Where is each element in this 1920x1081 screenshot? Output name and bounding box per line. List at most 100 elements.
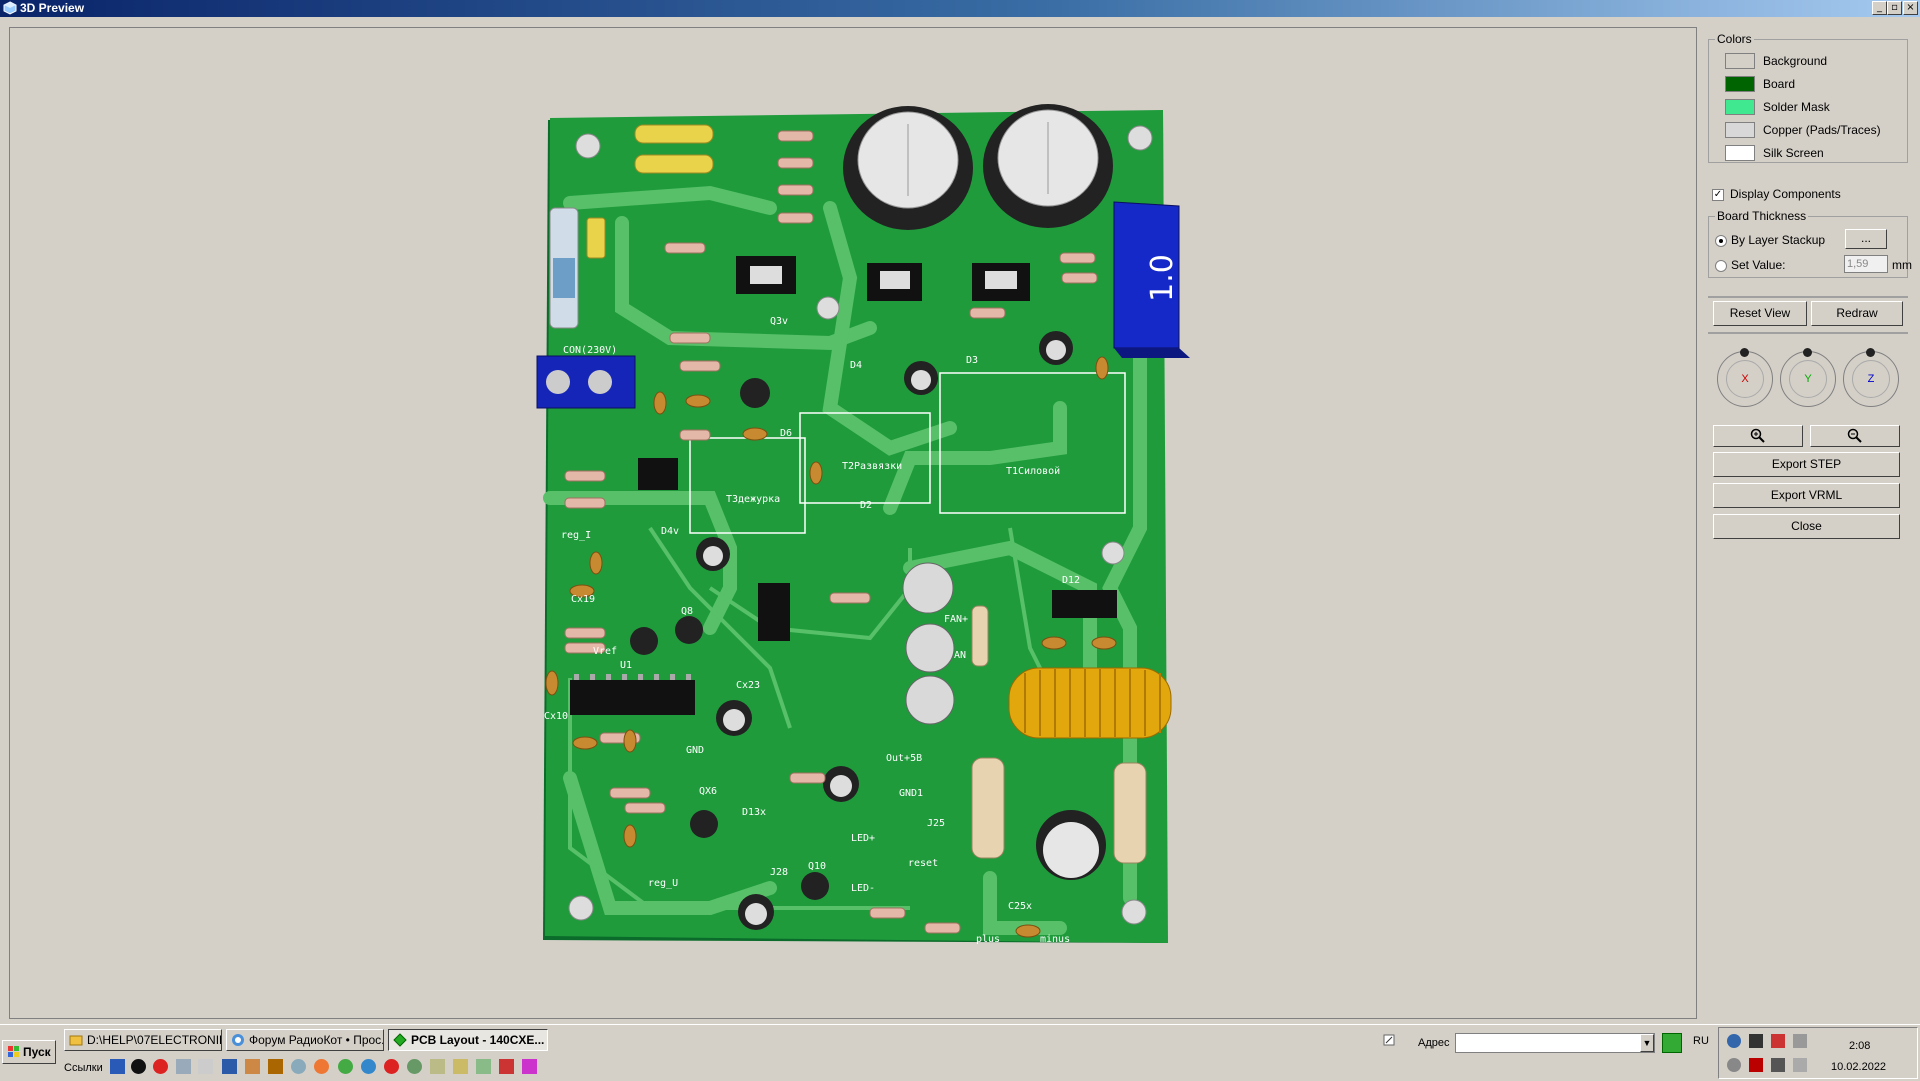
task-pcb-layout[interactable]: PCB Layout - 140CXE... <box>388 1029 548 1051</box>
ql-icon-6[interactable] <box>222 1059 237 1074</box>
clock-time[interactable]: 2:08 <box>1849 1040 1870 1052</box>
volume-icon[interactable] <box>1727 1058 1741 1072</box>
address-dropdown[interactable]: ▼ <box>1640 1034 1654 1052</box>
color-swatch-silk-screen[interactable] <box>1725 145 1755 161</box>
silk-d2: D2 <box>860 500 872 511</box>
ql-icon-4[interactable] <box>176 1059 191 1074</box>
terminal-block <box>536 355 636 409</box>
zoom-out-icon <box>1847 428 1862 443</box>
ql-icon-11[interactable] <box>338 1059 353 1074</box>
colors-group-label: Colors <box>1715 32 1754 46</box>
thickness-value-field[interactable] <box>1844 255 1888 273</box>
pcb-3d-render[interactable]: 1.0 Q3v T3дежурка T2Развязки T1Силовой r… <box>10 28 1696 1018</box>
silk-conn: CON(230V) <box>563 345 617 356</box>
silk-reset: reset <box>908 858 938 869</box>
display-components-label: Display Components <box>1730 187 1841 201</box>
export-vrml-button[interactable]: Export VRML <box>1713 483 1900 508</box>
silk-cx19: Cx19 <box>571 594 595 605</box>
ql-icon-16[interactable] <box>453 1059 468 1074</box>
tray-icon-4[interactable] <box>1793 1034 1807 1048</box>
ql-icon-3[interactable] <box>153 1059 168 1074</box>
set-value-label: Set Value: <box>1731 258 1786 272</box>
x-axis-label: X <box>1726 360 1764 398</box>
panel-divider <box>1708 296 1908 298</box>
ql-icon-10[interactable] <box>314 1059 329 1074</box>
start-button[interactable]: Пуск <box>2 1040 56 1064</box>
relay: 1.0 <box>1113 201 1190 358</box>
silk-an: AN <box>954 650 966 661</box>
layer-stackup-browse-button[interactable]: ... <box>1845 229 1887 249</box>
ql-icon-14[interactable] <box>407 1059 422 1074</box>
ql-icon-1[interactable] <box>110 1059 125 1074</box>
start-label: Пуск <box>23 1045 51 1059</box>
silk-led-minus: LED- <box>851 883 875 894</box>
zoom-in-button[interactable] <box>1713 425 1803 447</box>
color-swatch-solder-mask[interactable] <box>1725 99 1755 115</box>
silk-d13x: D13x <box>742 807 766 818</box>
color-swatch-board[interactable] <box>1725 76 1755 92</box>
language-indicator[interactable]: RU <box>1693 1035 1709 1047</box>
export-step-button[interactable]: Export STEP <box>1713 452 1900 477</box>
ql-icon-8[interactable] <box>268 1059 283 1074</box>
tray-icon-1[interactable] <box>1727 1034 1741 1048</box>
silk-vref: Vref <box>593 646 617 657</box>
tray-icon-7[interactable] <box>1771 1058 1785 1072</box>
browser-icon <box>232 1034 244 1046</box>
set-value-radio[interactable] <box>1715 260 1727 272</box>
rotate-z-dial[interactable]: Z <box>1843 348 1899 407</box>
ql-icon-19[interactable] <box>522 1059 537 1074</box>
rotate-y-dial[interactable]: Y <box>1780 348 1836 407</box>
board-thickness-group: Board Thickness By Layer Stackup ... Set… <box>1708 209 1912 278</box>
panel-divider-2 <box>1708 332 1908 334</box>
tray-icon-6[interactable] <box>1749 1058 1763 1072</box>
zoom-out-button[interactable] <box>1810 425 1900 447</box>
color-name-label: Board <box>1763 77 1796 91</box>
silk-q10: Q10 <box>808 861 826 872</box>
task-browser-label: Форум РадиоКот • Прос... <box>249 1033 384 1047</box>
silk-cx23: Cx23 <box>736 680 760 691</box>
clock-date[interactable]: 10.02.2022 <box>1831 1061 1886 1073</box>
ql-icon-7[interactable] <box>245 1059 260 1074</box>
ql-icon-18[interactable] <box>499 1059 514 1074</box>
task-browser[interactable]: Форум РадиоКот • Прос... <box>226 1029 384 1051</box>
maximize-button[interactable]: ▫ <box>1887 1 1902 15</box>
address-input[interactable] <box>1455 1033 1655 1053</box>
network-icon[interactable] <box>1793 1058 1807 1072</box>
redraw-button[interactable]: Redraw <box>1811 301 1903 326</box>
display-components-checkbox[interactable]: ✓ <box>1712 189 1724 201</box>
silk-t3: T3дежурка <box>726 494 780 505</box>
links-label: Ссылки <box>64 1062 103 1074</box>
color-swatch-background[interactable] <box>1725 53 1755 69</box>
reset-view-button[interactable]: Reset View <box>1713 301 1807 326</box>
ql-icon-2[interactable] <box>131 1059 146 1074</box>
task-explorer[interactable]: D:\HELP\07ELECTRONIK... <box>64 1029 222 1051</box>
board-thickness-label: Board Thickness <box>1715 209 1809 223</box>
ql-icon-13[interactable] <box>384 1059 399 1074</box>
system-tray: 2:08 10.02.2022 <box>1718 1027 1918 1079</box>
ql-icon-15[interactable] <box>430 1059 445 1074</box>
tray-icon-3[interactable] <box>1771 1034 1785 1048</box>
folder-icon <box>69 1035 83 1046</box>
rotate-x-dial[interactable]: X <box>1717 348 1773 407</box>
dip-ic <box>570 674 695 715</box>
ql-icon-5[interactable] <box>198 1059 213 1074</box>
address-bar-icon <box>1383 1034 1395 1046</box>
ql-icon-9[interactable] <box>291 1059 306 1074</box>
silk-t1: T1Силовой <box>1006 465 1060 477</box>
color-swatch-copper-pads-traces[interactable] <box>1725 122 1755 138</box>
preview-settings-panel: Colors Background Board Solder Mask Copper … <box>1700 20 1920 1020</box>
silk-u1: U1 <box>620 660 632 671</box>
3d-viewport[interactable]: 1.0 Q3v T3дежурка T2Развязки T1Силовой r… <box>9 27 1697 1019</box>
silk-gnd1: GND1 <box>899 788 923 799</box>
go-button[interactable] <box>1662 1033 1682 1053</box>
tray-icon-2[interactable] <box>1749 1034 1763 1048</box>
ql-icon-17[interactable] <box>476 1059 491 1074</box>
colors-group: Colors Background Board Solder Mask Copper … <box>1708 32 1908 163</box>
close-button[interactable]: Close <box>1713 514 1900 539</box>
color-name-label: Solder Mask <box>1763 100 1830 114</box>
fuse <box>549 207 579 329</box>
by-layer-radio[interactable] <box>1715 235 1727 247</box>
minimize-button[interactable]: _ <box>1872 1 1887 15</box>
close-window-button[interactable]: × <box>1903 1 1918 15</box>
ql-icon-12[interactable] <box>361 1059 376 1074</box>
